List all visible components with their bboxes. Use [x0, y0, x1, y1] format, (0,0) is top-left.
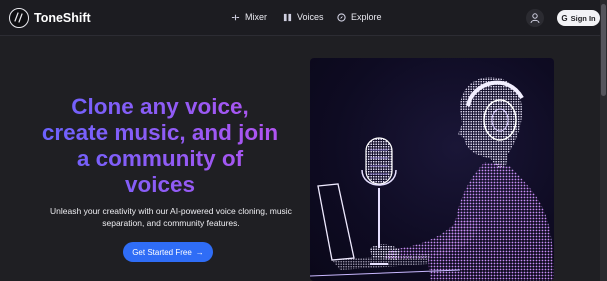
google-icon: G	[561, 13, 568, 23]
arrow-right-icon: →	[195, 247, 204, 257]
hero-title-line-1: Clone any voice,	[71, 94, 249, 119]
sign-in-button[interactable]: G Sign In	[557, 10, 600, 26]
hero-title-line-2: create music, and join	[41, 120, 279, 145]
page-scrollbar[interactable]	[600, 0, 607, 281]
hero-illustration	[310, 58, 554, 281]
get-started-button[interactable]: Get Started Free →	[123, 242, 213, 262]
nav-item-explore[interactable]: Explore	[337, 12, 382, 22]
get-started-label: Get Started Free	[132, 247, 192, 257]
hero-subtitle: Unleash your creativity with our AI-powe…	[40, 205, 302, 229]
brand-name[interactable]: ToneShift	[34, 11, 91, 25]
logo-icon[interactable]	[9, 8, 29, 28]
voices-icon	[283, 13, 292, 21]
hero-title-line-3: a community of	[76, 146, 244, 171]
person-with-headphones-microphone-laptop-illustration	[310, 76, 554, 281]
nav-item-voices[interactable]: Voices	[283, 12, 324, 22]
hero-subtitle-line-1: Unleash your creativity with our AI-powe…	[50, 206, 292, 216]
nav-label-explore: Explore	[351, 12, 382, 22]
user-icon	[530, 13, 540, 24]
user-avatar-button[interactable]	[526, 9, 544, 27]
top-navbar: ToneShift Mixer Voices Explore G Sign In	[0, 0, 600, 36]
hero-title-line-4: voices	[124, 172, 196, 197]
mixer-icon	[231, 14, 240, 20]
explore-icon	[337, 12, 346, 22]
nav-label-voices: Voices	[297, 12, 324, 22]
nav-item-mixer[interactable]: Mixer	[231, 12, 267, 22]
hero-title: Clone any voice, create music, and join …	[35, 94, 285, 198]
sign-in-label: Sign In	[570, 13, 596, 23]
scrollbar-thumb[interactable]	[601, 4, 606, 96]
hero-subtitle-line-2: separation, and community features.	[102, 218, 240, 228]
nav-label-mixer: Mixer	[245, 12, 267, 22]
